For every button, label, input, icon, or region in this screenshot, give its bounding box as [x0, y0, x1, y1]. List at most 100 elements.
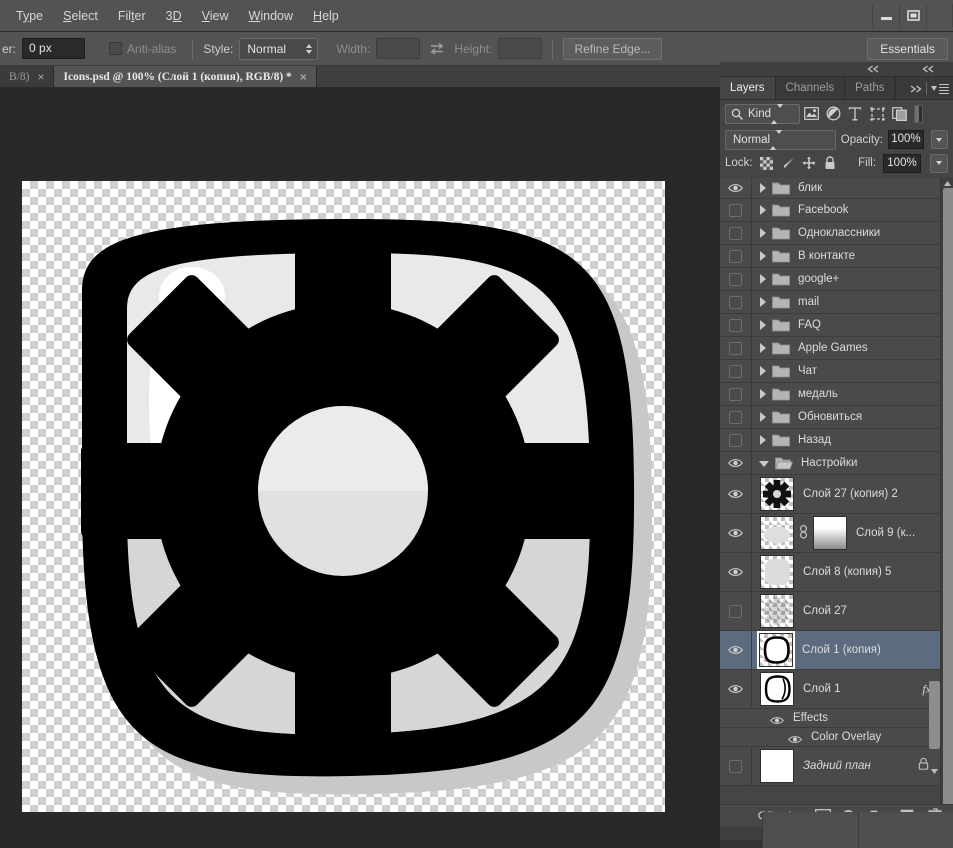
menu-item-filter[interactable]: Filter	[108, 5, 156, 27]
width-input[interactable]	[376, 38, 421, 59]
canvas-area[interactable]	[0, 88, 720, 848]
scroll-down-arrow-icon[interactable]	[929, 765, 940, 777]
layer-thumbnail-gear-faint[interactable]	[760, 594, 794, 628]
menu-item-window[interactable]: Window	[239, 5, 303, 27]
menu-item-3d[interactable]: 3D	[156, 5, 192, 27]
visibility-toggle[interactable]	[720, 475, 752, 513]
scrollbar-track[interactable]	[942, 188, 953, 838]
tab-layers[interactable]: Layers	[720, 77, 776, 99]
layer-effect-color-overlay-row[interactable]: Color Overlay	[720, 728, 953, 747]
visibility-toggle[interactable]	[720, 747, 752, 785]
lock-image-pixels-icon[interactable]	[781, 156, 795, 170]
layer-row-facebook[interactable]: Facebook	[720, 199, 953, 222]
layer-list-scrollbar[interactable]	[940, 178, 953, 848]
scroll-up-arrow-icon[interactable]	[941, 178, 953, 188]
chevron-right-icon[interactable]	[760, 412, 766, 422]
tab-channels[interactable]: Channels	[776, 77, 846, 99]
layer-row-vkontakte[interactable]: В контакте	[720, 245, 953, 268]
visibility-toggle[interactable]	[720, 360, 752, 382]
menu-item-select[interactable]: Select	[53, 5, 108, 27]
layer-thumbnail-blob[interactable]	[760, 516, 794, 550]
collapsed-panel-1[interactable]	[762, 812, 858, 848]
layer-row-obnovitsya[interactable]: Обновиться	[720, 406, 953, 429]
lock-position-icon[interactable]	[802, 156, 816, 170]
close-button[interactable]	[926, 4, 953, 27]
visibility-toggle[interactable]	[720, 631, 752, 669]
layer-inner-scrollbar[interactable]	[929, 681, 940, 777]
layer-effects-header-row[interactable]: Effects	[720, 709, 953, 728]
layer-inner-scrollbar-thumb[interactable]	[929, 681, 940, 749]
layer-row-chat[interactable]: Чат	[720, 360, 953, 383]
layer-row-googleplus[interactable]: google+	[720, 268, 953, 291]
chevron-right-icon[interactable]	[760, 251, 766, 261]
close-icon[interactable]: ×	[300, 70, 307, 84]
layer-list[interactable]: блик Facebook Одноклассники В контакте g…	[720, 178, 953, 848]
layer-row-odnoklassniki[interactable]: Одноклассники	[720, 222, 953, 245]
visibility-toggle[interactable]	[720, 670, 752, 708]
visibility-toggle[interactable]	[720, 514, 752, 552]
effects-visibility-toggle[interactable]	[770, 712, 784, 725]
visibility-toggle[interactable]	[720, 429, 752, 451]
layer-row-sloy1[interactable]: Слой 1 fx	[720, 670, 953, 709]
layer-row-background[interactable]: Задний план	[720, 747, 953, 786]
lock-all-icon[interactable]	[823, 156, 837, 170]
close-icon[interactable]: ×	[37, 70, 44, 84]
chevron-right-icon[interactable]	[760, 389, 766, 399]
height-input[interactable]	[498, 38, 543, 59]
link-mask-icon[interactable]	[797, 524, 810, 542]
anti-alias-checkbox[interactable]	[109, 42, 123, 55]
visibility-toggle[interactable]	[720, 222, 752, 244]
chevron-right-icon[interactable]	[760, 183, 766, 193]
shape-layer-filter-icon[interactable]	[866, 104, 888, 124]
visibility-toggle[interactable]	[720, 383, 752, 405]
effect-visibility-toggle[interactable]	[788, 731, 802, 744]
layer-row-faq[interactable]: FAQ	[720, 314, 953, 337]
chevron-right-icon[interactable]	[760, 274, 766, 284]
workspace-essentials-button[interactable]: Essentials	[867, 38, 948, 60]
chevron-right-icon[interactable]	[760, 435, 766, 445]
chevron-right-icon[interactable]	[760, 320, 766, 330]
layer-row-sloy27-kopiya2[interactable]: Слой 27 (копия) 2	[720, 475, 953, 514]
chevron-down-icon[interactable]	[759, 461, 769, 467]
layer-row-sloy8-kopiya5[interactable]: Слой 8 (копия) 5	[720, 553, 953, 592]
visibility-toggle[interactable]	[720, 592, 752, 630]
document-tab-partial[interactable]: B/8) ×	[0, 66, 55, 87]
adjustment-layer-filter-icon[interactable]	[822, 104, 844, 124]
style-select[interactable]: Normal	[239, 37, 319, 60]
layer-row-sloy27[interactable]: Слой 27	[720, 592, 953, 631]
chevron-right-icon[interactable]	[760, 366, 766, 376]
chevron-right-icon[interactable]	[760, 343, 766, 353]
visibility-toggle[interactable]	[720, 199, 752, 221]
blend-mode-select[interactable]: Normal	[725, 129, 836, 150]
layer-row-sloy9-kopiya[interactable]: Слой 9 (к...	[720, 514, 953, 553]
chevron-right-icon[interactable]	[760, 297, 766, 307]
visibility-toggle[interactable]	[720, 337, 752, 359]
smart-object-filter-icon[interactable]	[888, 104, 910, 124]
opacity-input[interactable]: 100%	[887, 130, 924, 149]
layer-thumbnail-rounded-square[interactable]	[760, 555, 794, 589]
layer-row-medal[interactable]: медаль	[720, 383, 953, 406]
scrollbar-thumb[interactable]	[943, 188, 953, 806]
feather-input[interactable]: 0 px	[22, 38, 86, 59]
visibility-toggle[interactable]	[720, 314, 752, 336]
visibility-toggle[interactable]	[720, 553, 752, 591]
artboard[interactable]	[22, 181, 665, 824]
layer-row-blik[interactable]: блик	[720, 178, 953, 199]
visibility-toggle[interactable]	[720, 452, 752, 474]
tab-paths[interactable]: Paths	[845, 77, 896, 99]
layer-thumbnail-gear[interactable]	[760, 477, 794, 511]
menu-item-help[interactable]: Help	[303, 5, 349, 27]
filter-kind-select[interactable]: Kind	[725, 103, 800, 124]
menu-item-view[interactable]: View	[192, 5, 239, 27]
lock-transparent-pixels-icon[interactable]	[760, 156, 774, 170]
refine-edge-button[interactable]: Refine Edge...	[563, 37, 662, 60]
filter-toggle-switch[interactable]	[914, 104, 923, 123]
visibility-toggle[interactable]	[720, 291, 752, 313]
visibility-toggle[interactable]	[720, 178, 752, 198]
layer-thumbnail-outline-square[interactable]	[757, 631, 795, 669]
layer-row-nastroyki[interactable]: Настройки	[720, 452, 953, 475]
layer-row-mail[interactable]: mail	[720, 291, 953, 314]
chevron-right-icon[interactable]	[760, 228, 766, 238]
visibility-toggle[interactable]	[720, 245, 752, 267]
layer-row-nazad[interactable]: Назад	[720, 429, 953, 452]
